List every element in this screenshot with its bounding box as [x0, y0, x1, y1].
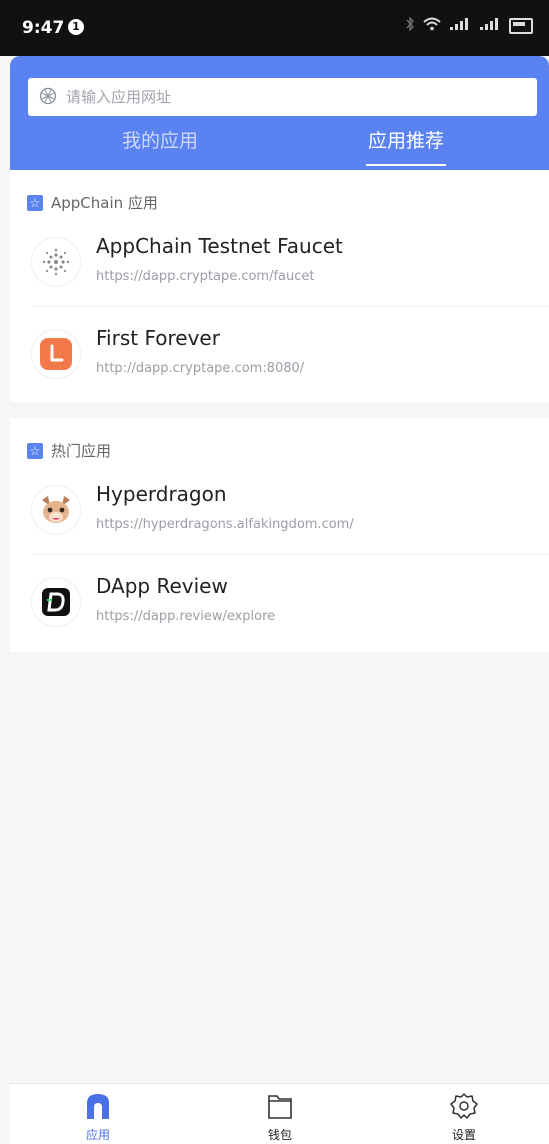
wifi-icon: [423, 17, 441, 35]
status-icons: [405, 16, 533, 35]
wallet-icon: [268, 1095, 292, 1119]
search-bar[interactable]: [28, 78, 537, 116]
bluetooth-icon: [405, 16, 415, 35]
app-name: First Forever: [96, 326, 220, 350]
notification-badge: 1: [68, 19, 84, 35]
section-popular-apps: ☆ 热门应用 Hyperdragon https://hyperdragons.…: [10, 418, 549, 652]
battery-icon: [509, 18, 533, 34]
app-screen: 9:47 1 我的应用: [0, 0, 549, 1144]
settings-gear-icon: [450, 1093, 478, 1119]
tab-my-apps[interactable]: 我的应用: [100, 126, 220, 166]
dapp-review-logo-icon: [32, 578, 80, 626]
app-name: AppChain Testnet Faucet: [96, 234, 343, 258]
hyperdragon-logo-icon: [32, 486, 80, 534]
nav-apps[interactable]: 应用: [58, 1092, 138, 1143]
bottom-navigation: 应用 钱包 设置: [10, 1083, 549, 1144]
section-appchain-apps: ☆ AppChain 应用 AppChain Testnet Faucet ht…: [10, 170, 549, 402]
nav-settings[interactable]: 设置: [424, 1092, 504, 1143]
section-header: ☆ AppChain 应用: [27, 192, 158, 213]
status-time: 9:47: [22, 18, 65, 38]
list-item-app[interactable]: DApp Review https://dapp.review/explore: [10, 556, 549, 648]
tab-my-apps-label: 我的应用: [121, 130, 198, 152]
app-name: DApp Review: [96, 574, 228, 598]
active-tab-indicator: [366, 164, 446, 166]
search-input[interactable]: [66, 78, 516, 116]
list-item-app[interactable]: Hyperdragon https://hyperdragons.alfakin…: [10, 464, 549, 556]
tab-recommended-apps[interactable]: 应用推荐: [350, 126, 462, 166]
section-header: ☆ 热门应用: [27, 440, 111, 461]
tab-recommended-apps-label: 应用推荐: [367, 130, 444, 152]
app-url: https://hyperdragons.alfakingdom.com/: [96, 517, 354, 532]
nav-settings-label: 设置: [451, 1128, 476, 1142]
section-title: 热门应用: [51, 442, 112, 460]
list-item-app[interactable]: First Forever http://dapp.cryptape.com:8…: [10, 308, 549, 400]
star-icon: ☆: [27, 442, 43, 459]
app-url: https://dapp.review/explore: [96, 609, 276, 624]
section-title: AppChain 应用: [51, 194, 158, 212]
app-name: Hyperdragon: [96, 482, 227, 506]
status-bar: 9:47 1: [0, 0, 549, 56]
globe-icon: [39, 87, 57, 105]
divider: [32, 306, 549, 307]
nav-apps-label: 应用: [85, 1128, 110, 1142]
signal-icon: [449, 17, 471, 35]
divider: [32, 554, 549, 555]
star-icon: ☆: [27, 194, 43, 211]
app-url: http://dapp.cryptape.com:8080/: [96, 361, 305, 376]
app-url: https://dapp.cryptape.com/faucet: [96, 269, 315, 284]
first-forever-logo-icon: [32, 330, 80, 378]
faucet-logo-icon: [32, 238, 80, 286]
home-icon: [87, 1094, 109, 1119]
nav-wallet[interactable]: 钱包: [240, 1092, 320, 1143]
nav-wallet-label: 钱包: [267, 1128, 292, 1142]
signal-icon: [479, 17, 501, 35]
list-item-app[interactable]: AppChain Testnet Faucet https://dapp.cry…: [10, 216, 549, 308]
